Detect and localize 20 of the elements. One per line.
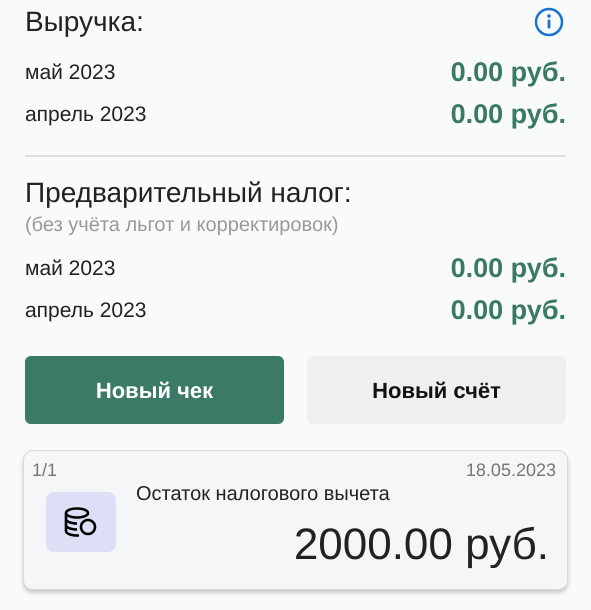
card-amount: 2000.00 руб. [294,519,549,571]
section-subtitle: (без учёта льгот и корректировок) [25,213,340,238]
card-title: Остаток налогового вычета [136,482,390,507]
period-label: май 2023 [25,256,116,282]
section-title: Выручка: [25,5,144,39]
page-counter: 1/1 [32,459,58,482]
coins-icon [46,492,116,552]
action-button[interactable]: Новый счёт [307,356,566,424]
amount-value: 0.00 руб. [450,294,566,328]
period-label: апрель 2023 [25,298,146,324]
amount-value: 0.00 руб. [450,98,566,132]
card-date: 18.05.2023 [466,459,556,482]
amount-value: 0.00 руб. [450,56,566,90]
amount-value: 0.00 руб. [450,252,566,286]
action-button[interactable]: Новый чек [25,356,284,424]
period-label: май 2023 [25,60,116,86]
info-icon[interactable] [534,7,564,37]
deduction-card[interactable]: 1/1 18.05.2023 Остаток налогового вычета 2000.00 руб. [23,450,568,590]
section-title: Предварительный налог: [25,176,353,210]
period-label: апрель 2023 [25,102,146,128]
